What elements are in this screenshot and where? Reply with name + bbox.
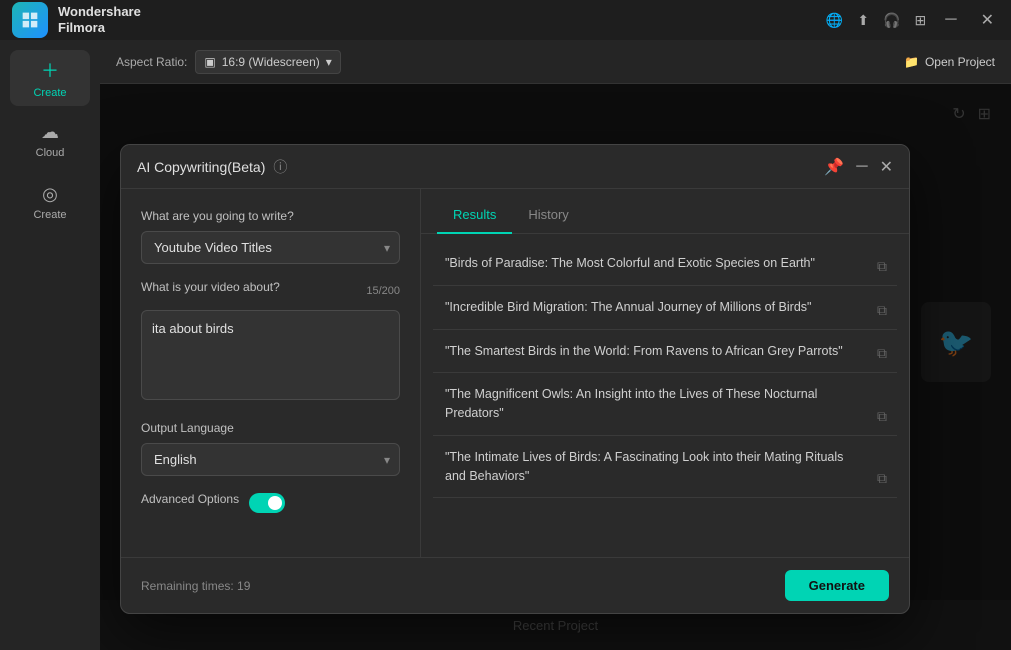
info-icon[interactable]: ⓘ [273, 157, 287, 177]
write-type-select-wrapper: Youtube Video Titles ▾ [141, 231, 400, 264]
result-text-5: "The Intimate Lives of Birds: A Fascinat… [445, 448, 885, 486]
result-text-4: "The Magnificent Owls: An Insight into t… [445, 385, 885, 423]
minimize-button[interactable]: ─ [940, 9, 961, 31]
sidebar-item-label: Cloud [36, 147, 65, 159]
open-project-button[interactable]: 📁 Open Project [904, 55, 995, 69]
result-text-3: "The Smartest Birds in the World: From R… [445, 342, 885, 361]
app-branding: Wondershare Filmora [12, 2, 141, 38]
dialog-title-text: AI Copywriting(Beta) [137, 159, 265, 175]
open-project-label: Open Project [925, 55, 995, 69]
aspect-ratio-chevron: ▾ [326, 55, 332, 69]
sidebar: ＋ Create ☁ Cloud ◎ Create [0, 40, 100, 650]
sidebar-item-create[interactable]: ＋ Create [10, 50, 90, 106]
dialog-footer: Remaining times: 19 Generate [121, 557, 909, 613]
main-area: Aspect Ratio: ▣ 16:9 (Widescreen) ▾ 📁 Op… [100, 40, 1011, 650]
copy-icon-4[interactable]: ⧉ [877, 408, 887, 425]
tab-history[interactable]: History [512, 201, 584, 234]
aspect-ratio-select[interactable]: ▣ 16:9 (Widescreen) ▾ [195, 50, 340, 74]
results-list: "Birds of Paradise: The Most Colorful an… [421, 234, 909, 557]
result-item-4: "The Magnificent Owls: An Insight into t… [433, 373, 897, 436]
close-button[interactable]: ✕ [976, 8, 999, 32]
advanced-options-row: Advanced Options [141, 492, 400, 514]
folder-icon: 📁 [904, 55, 919, 69]
result-item-5: "The Intimate Lives of Birds: A Fascinat… [433, 436, 897, 499]
sidebar-item-create2[interactable]: ◎ Create [10, 174, 90, 230]
globe-icon[interactable]: 🌐 [826, 12, 843, 29]
title-bar-controls: 🌐 ⬆ 🎧 ⊞ ─ ✕ [826, 8, 999, 32]
output-lang-select-wrapper: English ▾ [141, 443, 400, 476]
content-area: 🐦 Recent Project ↻ ⊞ AI Copywriting(Beta… [100, 84, 1011, 650]
pin-icon[interactable]: 📌 [824, 157, 844, 177]
dialog-close-button[interactable]: ✕ [880, 157, 893, 177]
app-name: Wondershare Filmora [58, 4, 141, 35]
video-about-section: What is your video about? 15/200 [141, 280, 400, 405]
aspect-ratio-label: Aspect Ratio: [116, 55, 187, 69]
char-count: 15/200 [366, 285, 400, 297]
results-tabs: Results History [421, 189, 909, 234]
output-lang-select[interactable]: English [141, 443, 400, 476]
title-bar: Wondershare Filmora 🌐 ⬆ 🎧 ⊞ ─ ✕ [0, 0, 1011, 40]
dialog-results-panel: Results History "Birds of Paradise: The … [421, 189, 909, 557]
write-type-section: What are you going to write? Youtube Vid… [141, 209, 400, 264]
grid-icon[interactable]: ⊞ [915, 12, 927, 29]
about-label: What is your video about? [141, 280, 280, 294]
remaining-times-label: Remaining times: 19 [141, 579, 250, 593]
sidebar-item-cloud[interactable]: ☁ Cloud [10, 112, 90, 168]
dialog-body: What are you going to write? Youtube Vid… [121, 189, 909, 557]
aspect-ratio-value: 16:9 (Widescreen) [222, 55, 320, 69]
dialog-header: AI Copywriting(Beta) ⓘ 📌 ─ ✕ [121, 145, 909, 189]
cloud-icon: ☁ [41, 122, 59, 143]
result-text-1: "Birds of Paradise: The Most Colorful an… [445, 254, 885, 273]
toolbar-right: 📁 Open Project [904, 55, 995, 69]
copy-icon-3[interactable]: ⧉ [877, 345, 887, 362]
toolbar: Aspect Ratio: ▣ 16:9 (Widescreen) ▾ 📁 Op… [100, 40, 1011, 84]
write-type-label: What are you going to write? [141, 209, 400, 223]
dialog-form-panel: What are you going to write? Youtube Vid… [121, 189, 421, 557]
copy-icon-1[interactable]: ⧉ [877, 258, 887, 275]
ai-copywriting-dialog: AI Copywriting(Beta) ⓘ 📌 ─ ✕ [120, 144, 910, 614]
dialog-title: AI Copywriting(Beta) ⓘ [137, 157, 287, 177]
aspect-ratio-icon: ▣ [204, 55, 215, 69]
sidebar-item-label: Create [33, 87, 66, 99]
cloud-upload-icon[interactable]: ⬆ [857, 12, 869, 29]
dialog-header-right: 📌 ─ ✕ [824, 157, 893, 177]
app-logo [12, 2, 48, 38]
advanced-options-toggle[interactable] [249, 493, 285, 513]
toggle-knob [268, 496, 282, 510]
template-icon: ◎ [42, 184, 58, 205]
copy-icon-2[interactable]: ⧉ [877, 302, 887, 319]
video-about-textarea[interactable] [141, 310, 400, 400]
advanced-options-label: Advanced Options [141, 492, 239, 506]
write-type-select[interactable]: Youtube Video Titles [141, 231, 400, 264]
create-icon: ＋ [41, 57, 59, 83]
result-text-2: "Incredible Bird Migration: The Annual J… [445, 298, 885, 317]
tab-results[interactable]: Results [437, 201, 512, 234]
dialog-minimize-button[interactable]: ─ [856, 158, 867, 176]
result-item-2: "Incredible Bird Migration: The Annual J… [433, 286, 897, 330]
modal-overlay: AI Copywriting(Beta) ⓘ 📌 ─ ✕ [100, 84, 1011, 650]
output-language-section: Output Language English ▾ [141, 421, 400, 476]
output-lang-label: Output Language [141, 421, 400, 435]
copy-icon-5[interactable]: ⧉ [877, 470, 887, 487]
generate-button[interactable]: Generate [785, 570, 889, 601]
headset-icon[interactable]: 🎧 [883, 12, 900, 29]
result-item-3: "The Smartest Birds in the World: From R… [433, 330, 897, 374]
sidebar-item-label: Create [33, 209, 66, 221]
result-item-1: "Birds of Paradise: The Most Colorful an… [433, 242, 897, 286]
video-about-header: What is your video about? 15/200 [141, 280, 400, 302]
